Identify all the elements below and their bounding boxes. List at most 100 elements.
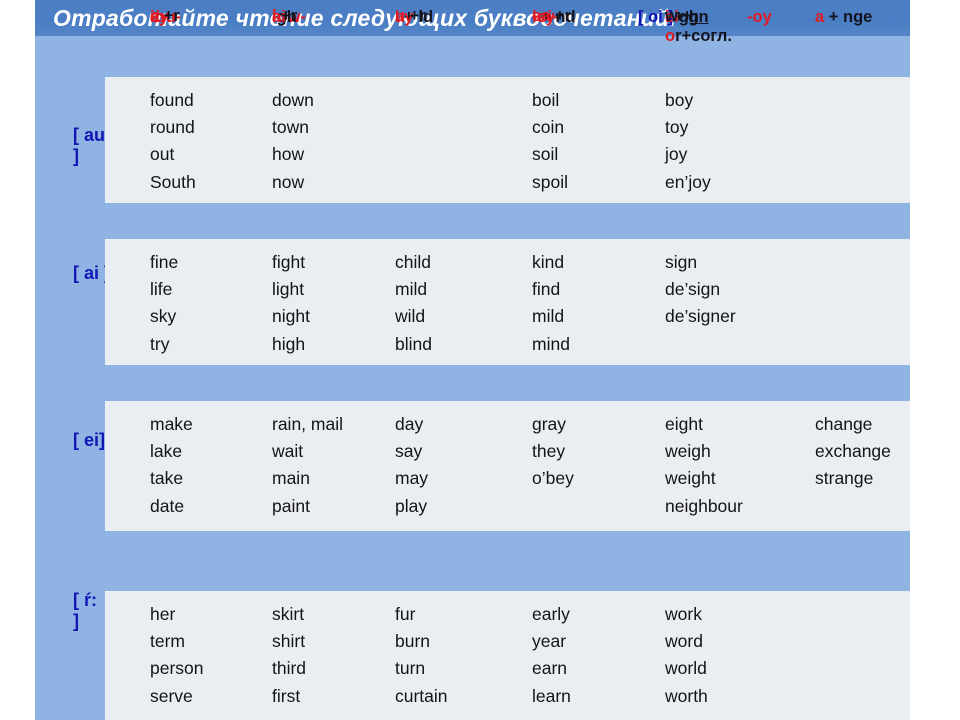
combination-header-cell: w + or+согл. [665,6,732,46]
word-item: shirt [272,631,306,652]
word-column: fight light night high [272,249,310,358]
header-fragment: -oy [747,8,772,26]
word-column: gray they o’bey [532,411,574,493]
word-item: find [532,279,561,300]
combination-header-row [35,369,910,401]
word-item: how [272,144,305,165]
header-fragment: e [150,7,160,25]
word-item: turn [395,658,426,679]
header-fragment: o [665,27,676,45]
combination-header-cell: i +r [272,6,297,26]
word-item: early [532,604,570,624]
word-item: South [150,171,196,192]
word-item: boil [532,90,560,110]
word-item: de’signer [665,306,736,327]
combination-header-cell: u +r [395,6,426,26]
word-column: work word world worth [665,601,708,710]
word-column: change exchange strange [815,411,891,493]
combination-header-cell: a + nge [815,7,872,27]
word-column: found round out South [150,87,196,196]
word-column: make lake take date [150,411,193,520]
word-item: mild [395,279,428,300]
word-item: serve [150,685,193,706]
word-item: make [150,414,193,434]
word-column: rain, mail wait main paint [272,411,343,520]
word-item: say [395,441,423,462]
word-item: de’sign [665,279,721,300]
header-fragment: + nge [824,8,873,26]
header-fragment: +r [159,7,180,25]
word-item: first [272,685,301,706]
word-column: skirt shirt third first [272,601,306,710]
word-item: learn [532,685,571,706]
word-item: strange [815,468,874,489]
word-item: fur [395,604,416,624]
word-item: world [665,658,707,679]
word-item: earn [532,658,568,679]
word-column: her term person serve [150,601,204,710]
word-item: year [532,631,567,652]
combination-header-cell: ea +r [532,6,571,26]
combination-header-row [35,45,910,77]
word-item: may [395,468,429,489]
word-item: weigh [665,441,711,462]
page-title: Отработайте чтение следующих буквосочета… [53,5,676,31]
word-item: day [395,414,424,434]
word-item: kind [532,252,565,272]
word-item: work [665,604,702,624]
word-item: toy [665,117,689,138]
word-item: term [150,631,185,652]
word-item: person [150,658,204,679]
word-column: fur burn turn curtain [395,601,448,710]
word-list-row [105,591,910,720]
word-item: child [395,252,431,272]
word-item: play [395,495,428,516]
combination-header-cell: e +r [150,6,180,26]
word-column: down town how now [272,87,314,196]
word-item: mind [532,333,570,354]
word-item: joy [665,144,688,165]
word-item: sky [150,306,177,327]
word-item: round [150,117,195,138]
word-item: coin [532,117,565,138]
word-item: spoil [532,171,568,192]
word-item: wild [395,306,426,327]
combination-header-row [35,535,910,591]
word-column: boil coin soil spoil [532,87,568,196]
word-item: mild [532,306,565,327]
header-fragment: w + [665,7,693,25]
word-item: burn [395,631,431,652]
word-item: blind [395,333,432,354]
word-column: kind find mild mind [532,249,570,358]
header-fragment: a [815,8,825,26]
word-item: fight [272,252,306,272]
word-item: high [272,333,306,354]
word-item: they [532,441,566,462]
word-item: out [150,144,175,165]
word-column: day say may play [395,411,428,520]
word-item: lake [150,441,183,462]
word-list-row [105,401,910,531]
word-item: worth [665,685,708,706]
word-item: eight [665,414,703,434]
header-fragment: +r [405,7,426,25]
word-item: paint [272,495,310,516]
word-item: soil [532,144,559,165]
word-item: down [272,90,314,110]
word-item: take [150,468,184,489]
word-column: fine life sky try [150,249,178,358]
word-item: wait [272,441,304,462]
word-list-row [105,77,910,203]
word-item: change [815,414,873,434]
word-item: boy [665,90,694,110]
word-item: o’bey [532,468,574,489]
word-item: found [150,90,194,110]
word-item: town [272,117,309,138]
word-item: fine [150,252,179,272]
header-fragment: u [395,7,406,25]
header-fragment: r+согл. [675,27,732,45]
word-item: third [272,658,307,679]
word-item: skirt [272,604,305,624]
word-item: try [150,333,170,354]
word-item: date [150,495,185,516]
